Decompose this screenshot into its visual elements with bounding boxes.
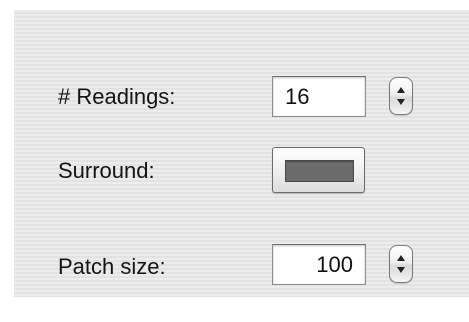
readings-label: # Readings: [58, 84, 176, 109]
patch-size-label: Patch size: [58, 254, 166, 279]
patch-size-decrement-button[interactable] [390, 264, 412, 282]
patch-size-field[interactable]: 100 [272, 244, 366, 285]
readings-field[interactable]: 16 [272, 76, 366, 117]
readings-decrement-button[interactable] [390, 96, 412, 114]
readings-increment-button[interactable] [390, 78, 412, 96]
readings-stepper[interactable] [389, 77, 413, 115]
surround-color-button[interactable] [272, 147, 365, 193]
patch-size-increment-button[interactable] [390, 246, 412, 264]
patch-size-stepper[interactable] [389, 245, 413, 283]
surround-label: Surround: [58, 158, 155, 183]
surround-color-swatch [285, 160, 354, 182]
